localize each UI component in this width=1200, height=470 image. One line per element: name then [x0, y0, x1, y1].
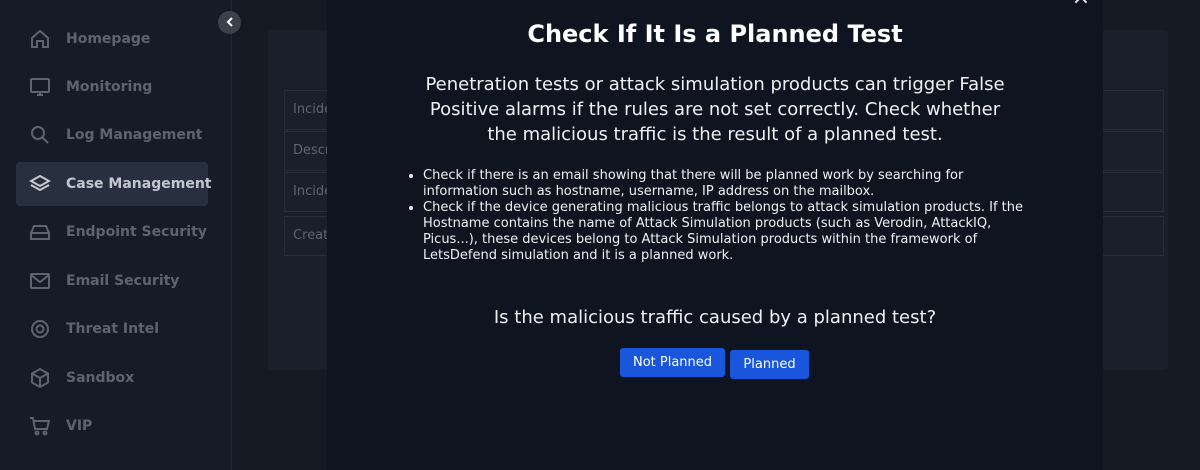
sidebar-item-vip[interactable]: VIP	[16, 404, 208, 448]
sidebar-item-monitoring[interactable]: Monitoring	[16, 65, 208, 109]
sidebar-item-label: Threat Intel	[66, 321, 160, 337]
modal-intro: Penetration tests or attack simulation p…	[425, 74, 1005, 145]
sidebar-item-label: Sandbox	[66, 370, 135, 386]
lifebuoy-icon	[29, 318, 51, 340]
sidebar-item-sandbox[interactable]: Sandbox	[16, 356, 208, 400]
mail-icon	[29, 270, 51, 292]
sidebar-collapse-button[interactable]	[218, 11, 241, 34]
sidebar-item-email-security[interactable]: Email Security	[16, 259, 208, 303]
sidebar-item-case-management[interactable]: Case Management	[16, 162, 212, 206]
search-icon	[29, 124, 51, 146]
box-icon	[29, 367, 51, 389]
layers-icon	[29, 173, 51, 195]
sidebar-item-label: Case Management	[66, 176, 212, 192]
list-item: Check if the device generating malicious…	[423, 200, 1023, 264]
sidebar-item-label: Log Management	[66, 127, 203, 143]
chevron-left-icon	[224, 13, 236, 32]
sidebar-item-label: Endpoint Security	[66, 224, 207, 240]
modal-question: Is the malicious traffic caused by a pla…	[493, 307, 937, 328]
sidebar-item-threat-intel[interactable]: Threat Intel	[16, 307, 208, 351]
home-icon	[29, 28, 51, 50]
sidebar-item-log-management[interactable]: Log Management	[16, 113, 208, 157]
sidebar-item-label: VIP	[66, 418, 93, 434]
monitor-icon	[29, 76, 51, 98]
sidebar-item-label: Email Security	[66, 273, 180, 289]
sidebar: Homepage Monitoring Log Management Case …	[0, 0, 232, 470]
sidebar-item-label: Homepage	[66, 31, 151, 47]
instruction-list: Check if there is an email showing that …	[407, 168, 1023, 264]
modal-title: Check If It Is a Planned Test	[527, 20, 903, 48]
planned-test-modal: × Check If It Is a Planned Test Penetrat…	[327, 0, 1103, 470]
sidebar-item-label: Monitoring	[66, 79, 153, 95]
hard-drive-icon	[29, 221, 51, 243]
list-item: Check if there is an email showing that …	[423, 168, 1023, 200]
sidebar-item-endpoint-security[interactable]: Endpoint Security	[16, 210, 208, 254]
not-planned-button[interactable]: Not Planned	[620, 348, 725, 377]
cart-icon	[29, 415, 51, 437]
planned-button[interactable]: Planned	[730, 350, 809, 379]
close-icon[interactable]: ×	[1071, 0, 1091, 10]
sidebar-item-homepage[interactable]: Homepage	[16, 17, 208, 61]
